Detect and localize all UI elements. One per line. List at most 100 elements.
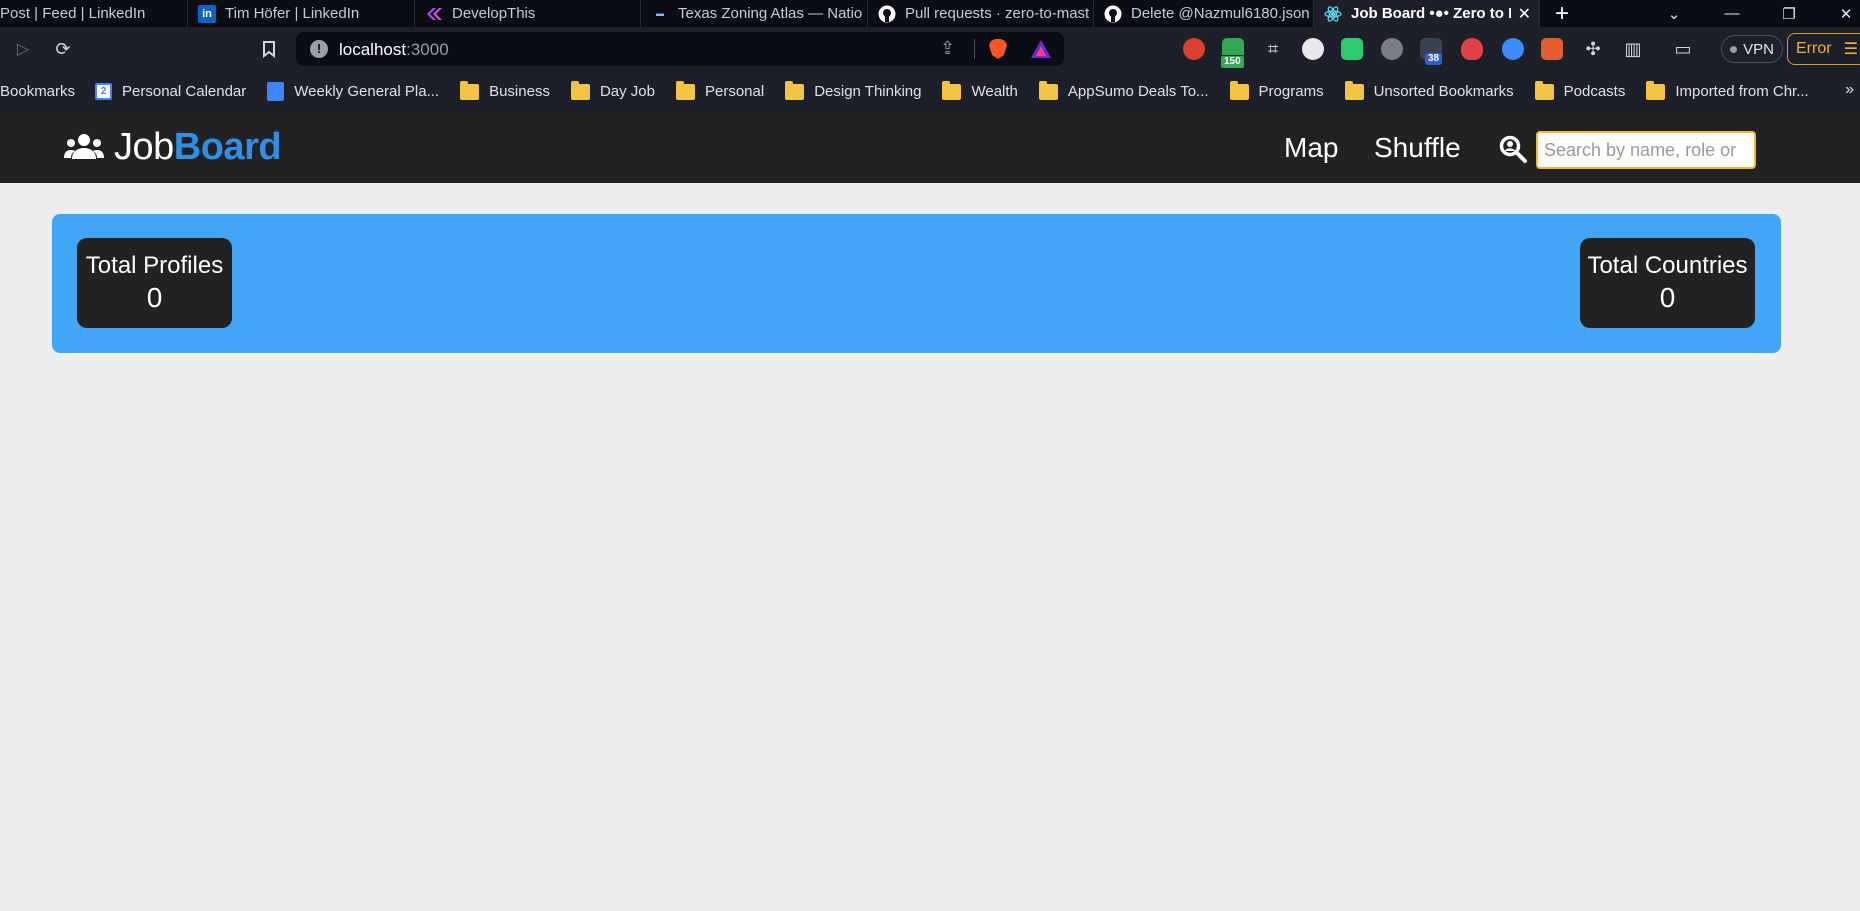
bookmark-item[interactable]: Bookmarks	[0, 83, 75, 100]
search-input[interactable]	[1536, 131, 1756, 169]
stat-card-countries: Total Countries 0	[1580, 238, 1755, 328]
folder-icon	[460, 80, 480, 100]
folder-icon	[675, 80, 695, 100]
browser-tab[interactable]: Post | Feed | LinkedIn	[0, 0, 188, 27]
browser-tab[interactable]: Delete @Nazmul6180.json	[1094, 0, 1314, 27]
stat-value: 0	[1659, 282, 1676, 313]
divider	[974, 39, 975, 59]
bookmark-label: Weekly General Pla...	[294, 83, 440, 100]
bookmark-item[interactable]: Design Thinking	[785, 80, 921, 100]
browser-tab[interactable]: DevelopThis	[415, 0, 641, 27]
folder-icon	[570, 80, 590, 100]
wallet-icon[interactable]: ▭	[1670, 36, 1696, 62]
minimize-icon[interactable]: —	[1708, 0, 1756, 27]
extension-icon[interactable]	[1341, 38, 1363, 60]
browser-tab[interactable]: Pull requests · zero-to-mast	[868, 0, 1094, 27]
bookmark-label: Unsorted Bookmarks	[1373, 83, 1514, 100]
restore-icon[interactable]: ❐	[1765, 0, 1813, 27]
folder-icon	[785, 80, 805, 100]
extension-icon[interactable]	[1302, 38, 1324, 60]
calendar-icon: 2	[95, 83, 113, 100]
bookmark-label: Imported from Chr...	[1675, 83, 1809, 100]
folder-icon	[942, 80, 962, 100]
react-icon	[1324, 5, 1342, 23]
github-icon	[878, 5, 896, 23]
vpn-status-dot	[1730, 45, 1738, 53]
bookmark-item[interactable]: Imported from Chr...	[1646, 80, 1809, 100]
menu-icon: ☰	[1843, 41, 1858, 58]
folder-icon	[1344, 80, 1364, 100]
bookmark-item[interactable]: Personal	[675, 80, 764, 100]
site-info-icon[interactable]: !	[310, 40, 328, 58]
window-close-icon[interactable]: ✕	[1822, 0, 1860, 27]
close-icon[interactable]: ✕	[1518, 4, 1531, 24]
stat-label: Total Countries	[1587, 252, 1748, 279]
share-icon[interactable]: ⇪	[940, 38, 955, 59]
brave-shields-icon[interactable]	[988, 38, 1008, 60]
github-icon	[1104, 5, 1122, 23]
bookmark-item[interactable]: Podcasts	[1534, 80, 1626, 100]
extension-badge: 38	[1425, 53, 1443, 65]
bookmark-label: Podcasts	[1563, 83, 1626, 100]
bookmark-label: Wealth	[971, 83, 1018, 100]
extension-icon[interactable]	[1461, 38, 1483, 60]
nav-link-map[interactable]: Map	[1284, 132, 1338, 164]
bookmark-label: Day Job	[599, 83, 655, 100]
browser-tab[interactable]: ▬ Texas Zoning Atlas — Natio	[641, 0, 868, 27]
extension-icon[interactable]	[1502, 38, 1524, 60]
brand-text-board: Board	[173, 125, 282, 168]
brave-rewards-icon[interactable]	[1030, 39, 1052, 59]
more-bookmarks-icon[interactable]: »	[1845, 81, 1854, 99]
address-port: :3000	[406, 40, 449, 59]
new-tab-button[interactable]: +	[1540, 0, 1584, 27]
address-bar[interactable]: ! localhost:3000 ⇪	[296, 32, 1064, 66]
browser-tab[interactable]: in Tim Höfer | LinkedIn	[188, 0, 415, 27]
tab-title: DevelopThis	[452, 5, 536, 22]
tab-title: Texas Zoning Atlas — Natio	[678, 5, 863, 22]
bookmark-item[interactable]: Weekly General Pla...	[267, 82, 439, 101]
tab-title: Tim Höfer | LinkedIn	[225, 5, 360, 22]
tab-title: Delete @Nazmul6180.json	[1131, 5, 1310, 22]
browser-tab-active[interactable]: Job Board •●• Zero to M ✕	[1314, 0, 1540, 27]
bookmark-item[interactable]: 2 Personal Calendar	[95, 83, 246, 100]
bookmark-item[interactable]: Unsorted Bookmarks	[1344, 80, 1514, 100]
tab-title: Job Board •●• Zero to M	[1351, 5, 1511, 22]
linkedin-icon: in	[198, 4, 216, 23]
sidebar-toggle-icon[interactable]: ▥	[1620, 36, 1646, 62]
bookmark-label: AppSumo Deals To...	[1067, 83, 1209, 100]
extensions-puzzle-icon[interactable]: ✣	[1580, 36, 1606, 62]
address-host: localhost	[339, 40, 407, 59]
brand-logo[interactable]: Job Board	[64, 125, 282, 169]
bookmark-item[interactable]: Programs	[1229, 80, 1324, 100]
stats-panel: Total Profiles 0 Total Countries 0	[52, 214, 1781, 353]
error-label: Error	[1796, 40, 1832, 57]
bookmark-label: Programs	[1258, 83, 1324, 100]
stat-label: Total Profiles	[85, 252, 224, 279]
bookmark-item[interactable]: Wealth	[942, 80, 1018, 100]
address-url: localhost:3000	[339, 40, 449, 60]
nav-link-shuffle[interactable]: Shuffle	[1374, 132, 1461, 164]
extension-icon[interactable]	[1541, 38, 1563, 60]
extension-icon[interactable]	[1381, 38, 1403, 60]
folder-icon	[1038, 80, 1058, 100]
folder-icon	[1646, 80, 1666, 100]
tab-search-icon[interactable]: ⌄	[1650, 0, 1698, 27]
reload-icon[interactable]: ⟳	[50, 36, 76, 62]
people-icon	[64, 134, 104, 159]
bookmark-item[interactable]: AppSumo Deals To...	[1038, 80, 1209, 100]
forward-icon[interactable]: ▷	[10, 36, 36, 62]
extension-icon[interactable]	[1183, 38, 1205, 60]
bookmark-item[interactable]: Business	[460, 80, 550, 100]
crop-icon[interactable]: ⌗	[1260, 36, 1286, 62]
doc-icon	[267, 82, 285, 101]
stat-card-profiles: Total Profiles 0	[77, 238, 232, 328]
folder-icon	[1229, 80, 1249, 100]
stat-value: 0	[146, 282, 163, 313]
vpn-label: VPN	[1743, 40, 1774, 58]
bookmark-item[interactable]: Day Job	[570, 80, 655, 100]
bookmark-icon[interactable]	[256, 36, 282, 62]
vpn-button[interactable]: VPN	[1721, 35, 1783, 63]
search-icon	[1499, 135, 1527, 163]
error-button[interactable]: Error ☰	[1787, 33, 1860, 65]
bookmark-label: Bookmarks	[0, 83, 76, 100]
